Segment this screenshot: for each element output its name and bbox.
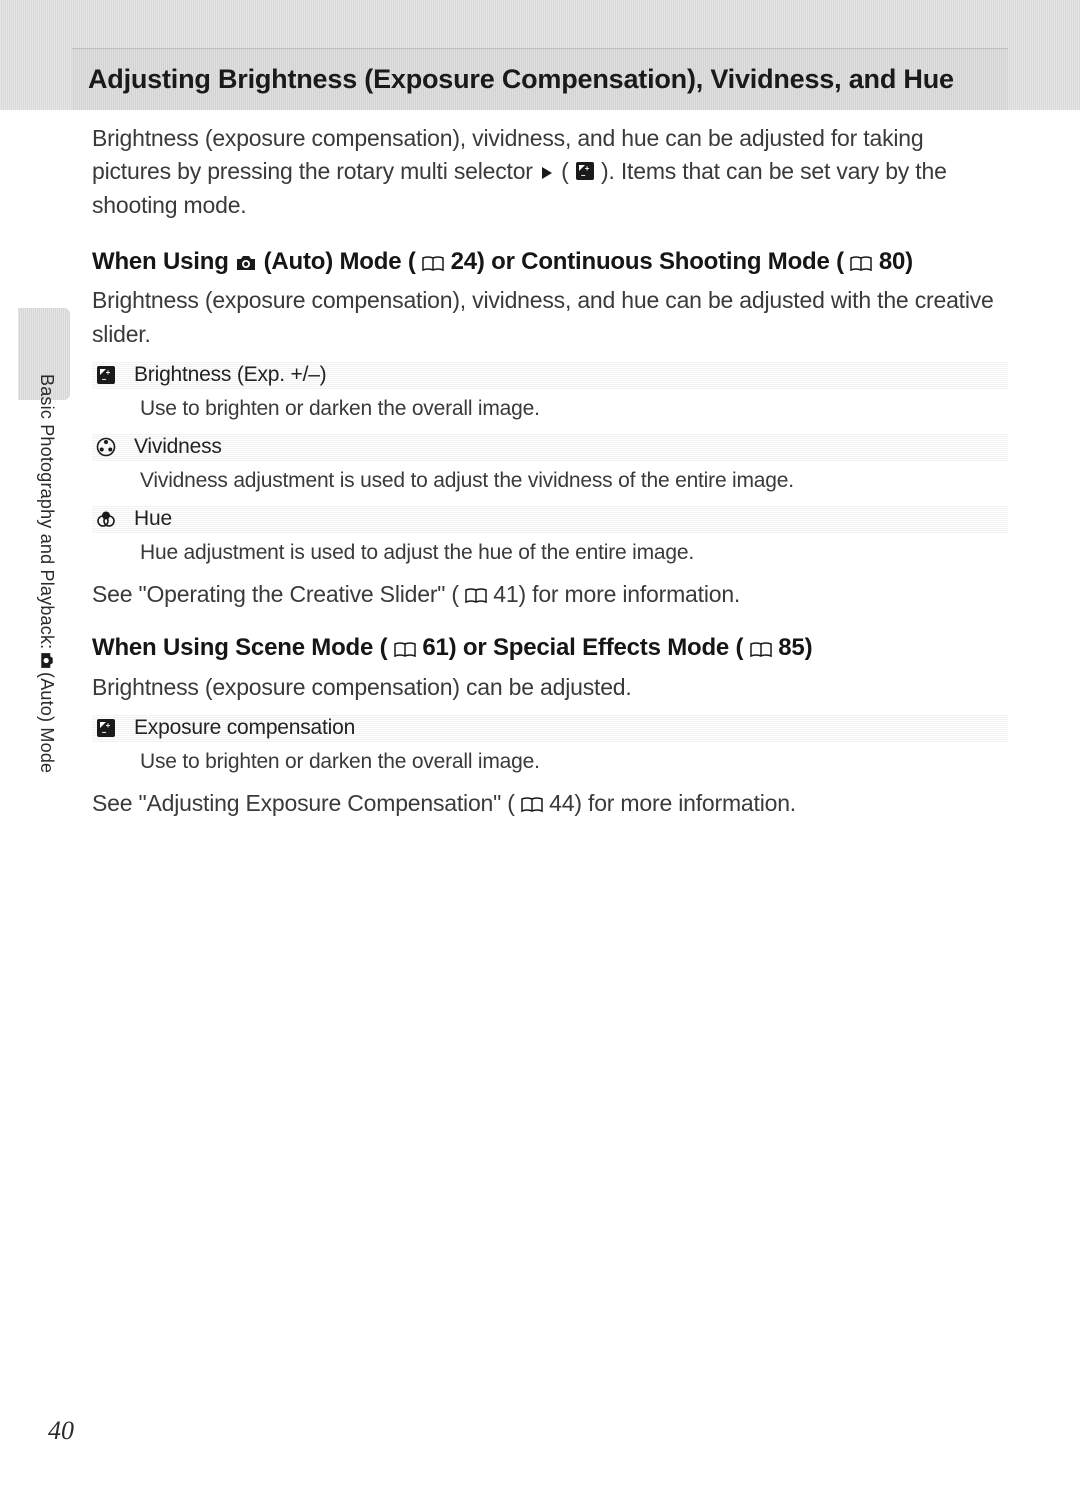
option-head: Vividness [92,433,1008,461]
option-head: Brightness (Exp. +/–) [92,361,1008,389]
s2-see-a: See "Adjusting Exposure Compensation" ( [92,790,515,816]
section-1-options: Brightness (Exp. +/–) Use to brighten or… [92,361,1008,575]
h2b: 61) or Special Effects Mode ( [422,634,743,661]
h2c: 85) [778,634,812,661]
h1c: 24) or Continuous Shooting Mode ( [451,248,844,275]
book-ref-icon [850,256,872,272]
hue-icon [92,509,120,529]
option-label: Brightness (Exp. +/–) [134,363,326,387]
option-label: Exposure compensation [134,716,355,740]
book-ref-icon [750,642,772,658]
exposure-comp-icon [92,365,120,385]
section-2-see-more: See "Adjusting Exposure Compensation" ( … [92,790,1008,817]
option-head: Exposure compensation [92,714,1008,742]
h1b: (Auto) Mode ( [264,248,416,275]
section-2-body: Brightness (exposure compensation) can b… [92,671,1008,704]
h1d: 80) [879,248,913,275]
intro-paragraph: Brightness (exposure compensation), vivi… [92,122,1008,222]
chapter-label: Basic Photography and Playback: (Auto) M… [38,374,56,774]
book-ref-icon [521,797,543,813]
option-brightness: Brightness (Exp. +/–) Use to brighten or… [92,361,1008,431]
option-head: Hue [92,505,1008,533]
exposure-comp-icon [575,161,595,181]
s2-see-b: 44) for more information. [549,790,796,816]
option-label: Hue [134,507,172,531]
exposure-comp-icon [92,718,120,738]
section-2-options: Exposure compensation Use to brighten or… [92,714,1008,784]
option-desc: Hue adjustment is used to adjust the hue… [92,533,1008,575]
right-arrow-icon [539,165,555,181]
book-ref-icon [422,256,444,272]
page-title: Adjusting Brightness (Exposure Compensat… [88,64,954,95]
chapter-label-a: Basic Photography and Playback: [38,374,56,649]
s1-see-b: 41) for more information. [493,581,740,607]
manual-page: Adjusting Brightness (Exposure Compensat… [0,0,1080,1486]
option-desc: Use to brighten or darken the overall im… [92,742,1008,784]
vividness-icon [92,437,120,457]
section-2-heading: When Using Scene Mode ( 61) or Special E… [92,632,1008,664]
option-desc: Use to brighten or darken the overall im… [92,389,1008,431]
option-label: Vividness [134,435,222,459]
book-ref-icon [465,588,487,604]
h2a: When Using Scene Mode ( [92,634,387,661]
camera-icon [40,652,55,670]
s1-see-a: See "Operating the Creative Slider" ( [92,581,459,607]
page-title-bar: Adjusting Brightness (Exposure Compensat… [72,48,1008,110]
camera-icon [235,254,257,272]
intro-b: ( [561,158,568,184]
section-1-body: Brightness (exposure compensation), vivi… [92,284,1008,351]
page-number: 40 [48,1416,74,1446]
option-desc: Vividness adjustment is used to adjust t… [92,461,1008,503]
section-1-heading: When Using (Auto) Mode ( 24) or Continuo… [92,246,1008,278]
option-vividness: Vividness Vividness adjustment is used t… [92,433,1008,503]
section-1-see-more: See "Operating the Creative Slider" ( 41… [92,581,1008,608]
option-exp-comp: Exposure compensation Use to brighten or… [92,714,1008,784]
h1a: When Using [92,248,235,275]
option-hue: Hue Hue adjustment is used to adjust the… [92,505,1008,575]
content-area: Brightness (exposure compensation), vivi… [92,122,1008,817]
book-ref-icon [394,642,416,658]
chapter-label-b: (Auto) Mode [38,672,56,773]
